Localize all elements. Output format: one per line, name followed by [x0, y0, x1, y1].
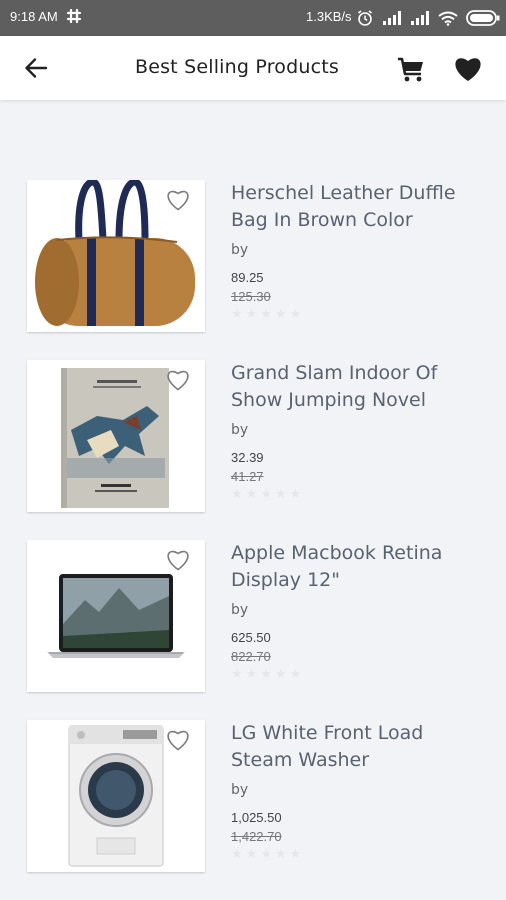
star-icon: ★ — [231, 487, 243, 502]
product-image[interactable] — [27, 180, 205, 332]
battery-icon — [466, 10, 500, 26]
product-name[interactable]: LG White Front Load Steam Washer — [231, 720, 487, 774]
rating-stars: ★ ★ ★ ★ ★ — [231, 488, 487, 502]
network-speed: 1.3KB/s — [306, 9, 352, 24]
product-image[interactable] — [27, 720, 205, 872]
product-name[interactable]: Herschel Leather Duffle Bag In Brown Col… — [231, 180, 487, 234]
star-icon: ★ — [260, 487, 272, 502]
product-price: 89.25 — [231, 270, 264, 285]
star-icon: ★ — [260, 307, 272, 322]
product-image[interactable] — [27, 540, 205, 692]
product-old-price: 41.27 — [231, 469, 264, 484]
product-card[interactable]: LG White Front Load Steam Washer by 1,02… — [27, 720, 487, 872]
page-title-text: Best Selling Products — [134, 56, 340, 78]
product-name[interactable]: Apple Macbook Retina Display 12" — [231, 540, 487, 594]
star-icon: ★ — [274, 667, 287, 682]
star-icon: ★ — [274, 307, 287, 322]
product-info: Herschel Leather Duffle Bag In Brown Col… — [231, 180, 487, 322]
star-icon: ★ — [274, 847, 287, 862]
heart-icon — [455, 58, 481, 81]
product-info: Apple Macbook Retina Display 12" by 625.… — [231, 540, 487, 682]
product-seller-label: by — [231, 602, 249, 618]
star-icon: ★ — [260, 667, 272, 682]
status-icons — [356, 8, 500, 28]
rating-stars: ★ ★ ★ ★ ★ — [231, 668, 487, 682]
product-price: 625.50 — [231, 630, 271, 645]
status-bar: 9:18 AM 1.3KB/s — [0, 0, 506, 36]
product-name[interactable]: Grand Slam Indoor Of Show Jumping Novel — [231, 360, 487, 414]
star-icon: ★ — [231, 667, 243, 682]
product-card[interactable]: Apple Macbook Retina Display 12" by 625.… — [27, 540, 487, 692]
product-card[interactable]: Grand Slam Indoor Of Show Jumping Novel … — [27, 360, 487, 512]
product-image[interactable] — [27, 360, 205, 512]
product-old-price: 125.30 — [231, 289, 271, 304]
heart-outline-icon — [167, 730, 189, 751]
heart-outline-icon — [167, 370, 189, 391]
star-icon: ★ — [289, 667, 302, 682]
rating-stars: ★ ★ ★ ★ ★ — [231, 308, 487, 322]
favorite-button[interactable] — [165, 188, 191, 212]
wifi-icon — [438, 11, 458, 26]
star-icon: ★ — [289, 487, 302, 502]
cart-button[interactable] — [396, 55, 426, 83]
star-icon: ★ — [245, 847, 258, 862]
signal-icon — [382, 11, 402, 25]
star-icon: ★ — [231, 307, 243, 322]
star-icon: ★ — [231, 847, 243, 862]
signal-icon — [410, 11, 430, 25]
product-price: 1,025.50 — [231, 810, 282, 825]
cart-icon — [398, 57, 423, 82]
product-old-price: 822.70 — [231, 649, 271, 664]
star-icon: ★ — [245, 667, 258, 682]
product-card[interactable]: Herschel Leather Duffle Bag In Brown Col… — [27, 180, 487, 332]
star-icon: ★ — [245, 307, 258, 322]
wishlist-button[interactable] — [453, 55, 483, 83]
product-seller-label: by — [231, 782, 249, 798]
star-icon: ★ — [245, 487, 258, 502]
product-info: LG White Front Load Steam Washer by 1,02… — [231, 720, 487, 862]
product-seller-label: by — [231, 422, 249, 438]
star-icon: ★ — [289, 307, 302, 322]
product-price: 32.39 — [231, 450, 264, 465]
slack-icon — [66, 8, 82, 24]
product-info: Grand Slam Indoor Of Show Jumping Novel … — [231, 360, 487, 502]
app-bar: Best Selling Products — [0, 36, 506, 100]
rating-stars: ★ ★ ★ ★ ★ — [231, 848, 487, 862]
product-old-price: 1,422.70 — [231, 829, 282, 844]
favorite-button[interactable] — [165, 368, 191, 392]
heart-outline-icon — [167, 550, 189, 571]
star-icon: ★ — [274, 487, 287, 502]
page-title: Best Selling Products — [0, 56, 506, 78]
status-time: 9:18 AM — [10, 9, 58, 24]
favorite-button[interactable] — [165, 728, 191, 752]
product-seller-label: by — [231, 242, 249, 258]
alarm-icon — [356, 9, 374, 27]
favorite-button[interactable] — [165, 548, 191, 572]
heart-outline-icon — [167, 190, 189, 211]
star-icon: ★ — [289, 847, 302, 862]
star-icon: ★ — [260, 847, 272, 862]
